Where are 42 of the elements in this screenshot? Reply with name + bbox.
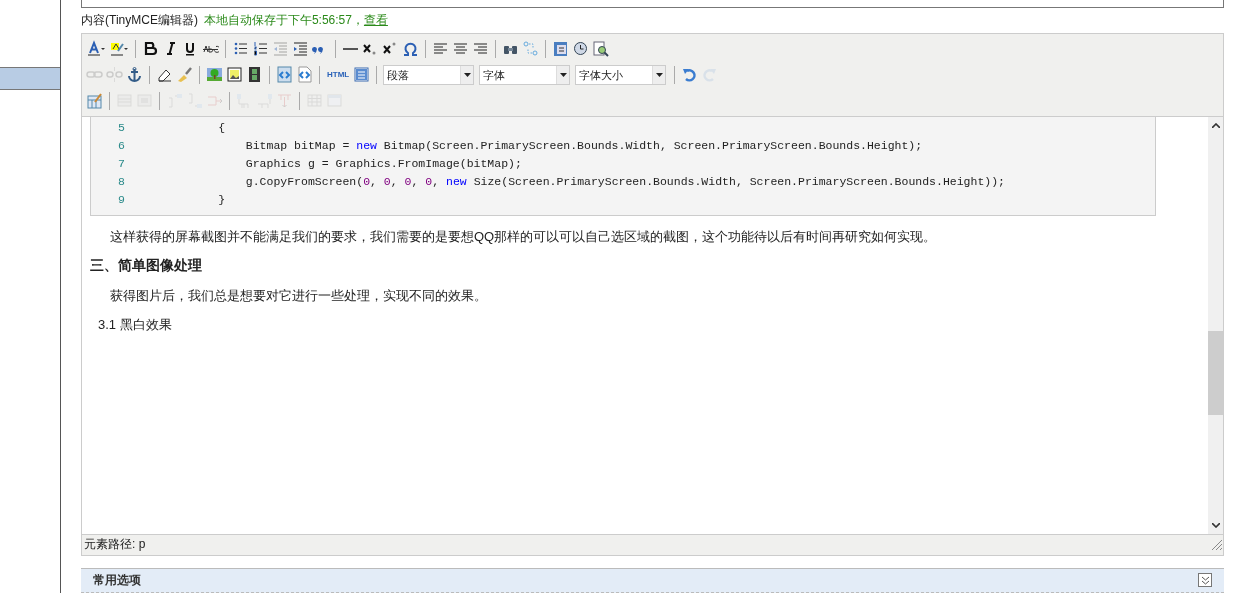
section-title: 常用选项 (93, 571, 141, 589)
window-icon[interactable] (353, 64, 371, 85)
expand-toggle[interactable] (1198, 573, 1212, 588)
code-line: { (217, 121, 226, 135)
line-number: 5 (117, 121, 125, 135)
section-heading: 三、简单图像处理 (90, 256, 203, 275)
caret-icon (463, 72, 471, 77)
dropdown[interactable]: 字体大小 (575, 64, 667, 85)
paragraph: 获得图片后，我们总是想要对它进行一些处理，实现不同的效果。 (109, 286, 488, 305)
preview-icon[interactable] (592, 38, 609, 59)
caret-icon (655, 72, 663, 77)
caret-icon (559, 72, 567, 77)
code-line: Bitmap bitMap = new Bitmap(Screen.PrimaryScreen.Bounds.Width, Screen.PrimaryScreen.Bounds.Height); (244, 139, 923, 153)
line-number: 7 (117, 157, 125, 171)
html-button[interactable]: HTML (326, 64, 351, 85)
film-icon[interactable] (246, 64, 263, 85)
line-number: 9 (117, 193, 125, 207)
subheading: 3.1 黑白效果 (98, 315, 173, 334)
code-icon[interactable] (276, 64, 293, 85)
code-line: g.CopyFromScreen(0, 0, 0, 0, new Size(Screen.PrimaryScreen.Bounds.Width, Screen.PrimaryScreen.Bounds.Height)); (244, 175, 1006, 189)
scroll-down-icon[interactable] (1211, 522, 1220, 528)
dropdown[interactable]: 字体 (479, 64, 571, 85)
scrollbar[interactable] (1208, 116, 1223, 534)
sidebar-item[interactable] (0, 67, 60, 90)
scroll-thumb[interactable] (1208, 330, 1223, 415)
line-number: 6 (117, 139, 125, 153)
autosave-status: 本地自动保存于下午5:56:57， (203, 11, 364, 29)
line-number: 8 (117, 175, 125, 189)
code-line: Graphics g = Graphics.FromImage(bitMap); (244, 157, 522, 171)
title-field[interactable] (81, 0, 1224, 8)
anchor-icon[interactable] (126, 64, 143, 85)
element-path: 元素路径: p (84, 536, 146, 554)
scroll-up-icon[interactable] (1211, 122, 1220, 128)
code-line: } (217, 193, 226, 207)
image-icon[interactable] (226, 64, 243, 85)
section-header[interactable]: 常用选项 (81, 567, 1224, 593)
resize-handle-icon[interactable] (1211, 539, 1222, 551)
code-file-icon[interactable] (296, 64, 313, 85)
view-link[interactable]: 查看 (363, 11, 388, 29)
field-label: 内容(TinyMCE编辑器) (81, 11, 198, 29)
paragraph: 这样获得的屏幕截图并不能满足我们的要求，我们需要的是要想QQ那样的可以可以自己选区域的截图，这个功能待以后有时间再研究如何实现。 (109, 227, 938, 246)
dropdown[interactable]: 段落 (383, 64, 475, 85)
